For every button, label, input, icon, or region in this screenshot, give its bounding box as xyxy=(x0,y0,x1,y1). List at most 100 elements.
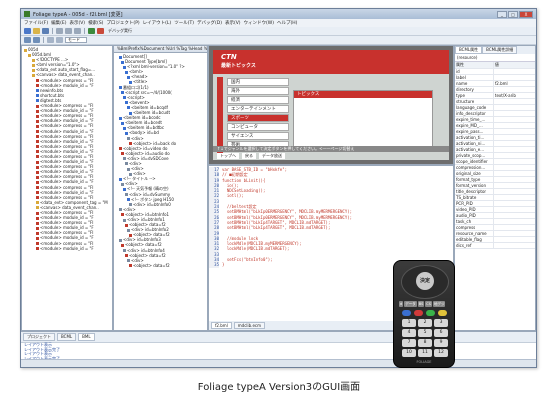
code-text: function bLinit(){ xyxy=(222,177,266,183)
menu-item[interactable]: ウィンドウ(W) xyxy=(244,20,274,26)
paste-icon[interactable] xyxy=(74,28,81,34)
keypad-button[interactable]: 7 xyxy=(402,339,416,347)
keypad-button[interactable]: 8 xyxy=(418,339,432,347)
node-icon xyxy=(36,231,39,235)
output-tab[interactable]: プロジェクト xyxy=(23,333,55,341)
grid-icon[interactable] xyxy=(56,37,63,43)
preview-nav: トップへ 戻る データ放送 xyxy=(217,153,285,159)
keypad-button[interactable]: 4 xyxy=(402,329,416,337)
node-icon xyxy=(127,228,130,232)
menu-item[interactable]: ファイル(F) xyxy=(24,20,48,26)
output-tab[interactable]: BCML xyxy=(57,333,77,341)
preview-header: CTN 最新トピックス xyxy=(213,50,449,74)
title-bar: Foliage typeA - 005d - f2l.bml [変更] _ □ … xyxy=(21,9,536,19)
remote-fn-button[interactable]: 地デジ xyxy=(432,301,446,307)
node-icon xyxy=(32,63,35,67)
tree-row[interactable]: <module> module_id = "F xyxy=(24,246,110,251)
menu-item[interactable]: デバッグ(D) xyxy=(197,20,222,26)
preview-nav-item: データ放送 xyxy=(259,153,285,159)
keypad-button[interactable]: 2 xyxy=(418,319,432,327)
debug-run-label[interactable]: デバッグ実行 xyxy=(108,28,132,34)
node-icon xyxy=(123,218,126,222)
code-text: lockMdle(MDCLIB.myMERMERGENCY); xyxy=(222,241,302,247)
open-folder-icon[interactable] xyxy=(33,28,40,34)
keypad-button[interactable]: 9 xyxy=(434,339,448,347)
mode-select[interactable]: モード xyxy=(65,37,87,43)
align-icon[interactable] xyxy=(47,37,54,43)
preview-panel-title: トピックス xyxy=(294,91,432,98)
node-icon xyxy=(32,58,35,62)
node-icon xyxy=(125,70,128,74)
tree-label: <object> data=f2 xyxy=(133,262,170,268)
editor-tab[interactable]: mdclib.ecm xyxy=(233,322,266,329)
preview-pane: CTN 最新トピックス 国内 海外 経済 エンターテインメント スポーツ コンピュータ サイ… xyxy=(208,45,454,165)
node-icon xyxy=(28,53,31,57)
node-icon xyxy=(125,193,128,197)
keypad-button[interactable]: 3 xyxy=(434,319,448,327)
close-button[interactable]: X xyxy=(519,10,533,18)
node-icon xyxy=(119,55,122,59)
property-row[interactable]: dics_ref xyxy=(455,242,535,249)
node-icon xyxy=(127,198,130,202)
node-icon xyxy=(36,150,39,154)
menu-item[interactable]: 表示(V) xyxy=(225,20,241,26)
remote-control: 決定 d データ BS CS 地デジ 1 2 3 4 5 6 7 8 9 10 11 12 FOLIAGE xyxy=(393,260,455,368)
minimize-button[interactable]: _ xyxy=(497,10,507,18)
tree-row[interactable]: <object> data=f2 xyxy=(116,263,205,268)
menu-item[interactable]: 編集(E) xyxy=(51,20,66,26)
tab-bcml-attr-detail[interactable]: BCML属性詳細 xyxy=(482,46,518,54)
stop-icon[interactable] xyxy=(97,28,104,34)
menu-item[interactable]: 表示(V) xyxy=(69,20,85,26)
menu-item[interactable]: 検索(S) xyxy=(88,20,103,26)
copy-icon[interactable] xyxy=(65,28,72,34)
tab-bcml-attr[interactable]: BCML属性 xyxy=(455,46,483,54)
menu-item[interactable]: ツール(T) xyxy=(174,20,194,26)
properties-category: (resource) xyxy=(455,54,535,62)
property-value[interactable] xyxy=(493,242,535,249)
maximize-button[interactable]: □ xyxy=(508,10,518,18)
keypad-button[interactable]: 11 xyxy=(418,349,432,357)
keypad-button[interactable]: 6 xyxy=(434,329,448,337)
node-icon xyxy=(36,226,39,230)
properties-table: 属性 値 id label name f2.bml directory type text/… xyxy=(455,62,535,249)
new-file-icon[interactable] xyxy=(24,28,31,34)
remote-fn-button[interactable]: BS xyxy=(417,301,425,307)
toolbar-row-1: デバッグ実行 xyxy=(21,27,536,36)
red-button[interactable] xyxy=(414,310,423,316)
keypad-button[interactable]: 1 xyxy=(402,319,416,327)
undo-icon[interactable] xyxy=(24,37,31,43)
code-editor[interactable]: 17 var BASE_STB_ID = "bHxkfe"; 18// ■初期設定 1… xyxy=(209,166,453,269)
menu-item[interactable]: レイアウト(L) xyxy=(143,20,172,26)
menu-item[interactable]: プロジェクト(P) xyxy=(106,20,139,26)
preview-frame: CTN 最新トピックス 国内 海外 経済 エンターテインメント スポーツ コンピュータ サイ… xyxy=(209,46,453,164)
node-icon xyxy=(36,109,39,113)
node-icon xyxy=(127,259,130,263)
save-icon[interactable] xyxy=(42,28,49,34)
node-icon xyxy=(127,137,130,140)
redo-icon[interactable] xyxy=(33,37,40,43)
green-button[interactable] xyxy=(426,310,435,316)
cut-icon[interactable] xyxy=(56,28,63,34)
output-tab[interactable]: BML xyxy=(78,333,95,341)
blue-button[interactable] xyxy=(402,310,411,316)
remote-fn-button[interactable]: CS xyxy=(425,301,432,307)
yellow-button[interactable] xyxy=(438,310,447,316)
node-icon xyxy=(32,68,35,72)
enter-button[interactable]: 決定 xyxy=(416,272,434,290)
keypad-button[interactable]: 10 xyxy=(402,349,416,357)
run-icon[interactable] xyxy=(88,28,95,34)
code-text: var BASE_STB_ID = "bHxkfe"; xyxy=(222,167,288,172)
node-icon xyxy=(125,101,128,105)
editor-tab[interactable]: f2.bml xyxy=(211,322,232,329)
remote-fn-button[interactable]: d xyxy=(399,301,404,307)
node-icon xyxy=(36,186,39,190)
node-icon xyxy=(36,170,39,174)
node-icon xyxy=(125,223,128,227)
output-panel: プロジェクトBCMLBML レイアウト表示レイアウト表示完了レイアウト表示レイア… xyxy=(21,331,536,360)
keypad-button[interactable]: 5 xyxy=(418,329,432,337)
remote-fn-button[interactable]: データ xyxy=(404,301,417,307)
project-tree: 005d 005d.bml <!DOCTYPE ...> <bml version="… xyxy=(22,46,112,252)
menu-item[interactable]: ヘルプ(H) xyxy=(277,20,297,26)
node-icon xyxy=(119,116,122,120)
keypad-button[interactable]: 12 xyxy=(434,349,448,357)
